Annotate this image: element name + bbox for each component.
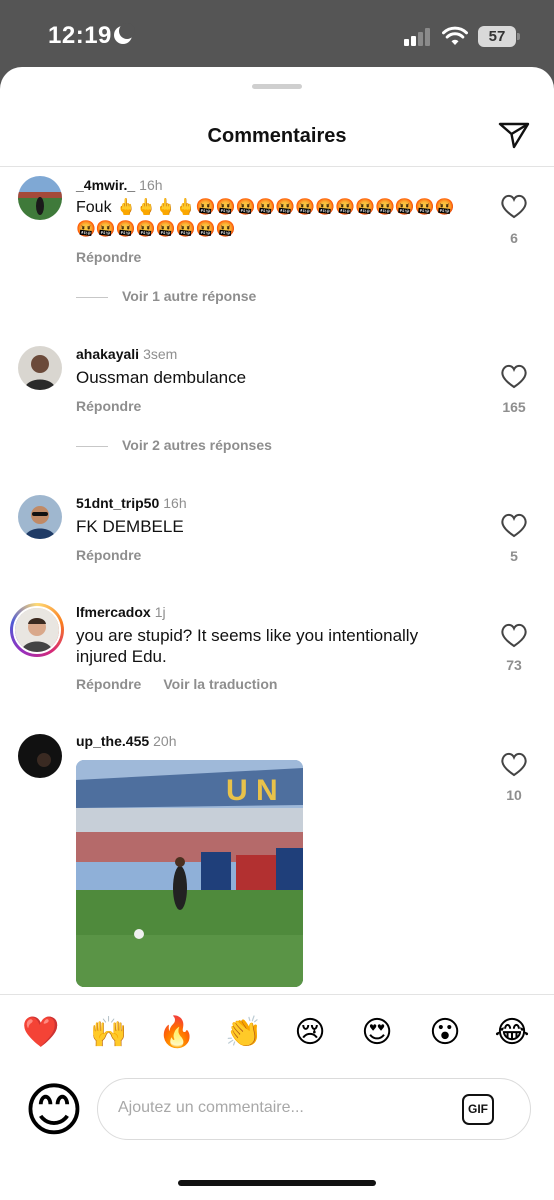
comment-input-placeholder: Ajoutez un commentaire... — [118, 1099, 304, 1116]
comment-username[interactable]: lfmercadox — [76, 604, 151, 620]
comment-text: you are stupid? It seems like you intent… — [76, 626, 419, 666]
comment-text: FK DEMBELE — [76, 517, 184, 536]
avatar[interactable] — [18, 495, 62, 539]
comment-header: 51dnt_trip50 16h — [76, 495, 187, 511]
like-count: 73 — [506, 657, 522, 673]
comment-actions: Répondre — [76, 398, 163, 414]
reaction-heart[interactable]: ❤️ — [22, 1015, 59, 1051]
reaction-surprised[interactable]: 😮 — [427, 1015, 463, 1051]
header-divider — [0, 166, 554, 167]
avatar[interactable] — [18, 734, 62, 778]
comment-time: 16h — [139, 177, 163, 193]
view-more-replies[interactable]: Voir 2 autres réponses — [76, 437, 272, 453]
reaction-crying[interactable]: 😢 — [292, 1015, 328, 1051]
view-more-replies[interactable]: Voir 1 autre réponse — [76, 288, 256, 304]
comment-header: lfmercadox 1j — [76, 604, 166, 620]
comment-text: Fouk 🖕🖕🖕🖕🤬🤬🤬🤬🤬🤬🤬🤬🤬🤬🤬🤬🤬🤬🤬🤬🤬🤬🤬🤬🤬 — [76, 199, 455, 238]
comment-time: 1j — [154, 604, 166, 620]
comment-time: 16h — [163, 495, 187, 511]
avatar[interactable] — [18, 346, 62, 390]
like-count: 165 — [502, 399, 526, 415]
reaction-clapping[interactable]: 👏 — [225, 1015, 262, 1051]
share-icon[interactable] — [498, 121, 530, 149]
avatar[interactable] — [18, 176, 62, 220]
comment-input[interactable]: Ajoutez un commentaire... GIF — [97, 1078, 531, 1140]
svg-text:U N: U N — [226, 774, 278, 807]
cellular-signal-icon — [404, 28, 434, 46]
comment-text: Oussman dembulance — [76, 368, 247, 387]
battery-indicator: 57 — [478, 26, 520, 47]
comment-actions: Répondre — [76, 249, 163, 265]
comment-actions: Répondre Voir la traduction — [76, 676, 299, 692]
gif-button[interactable]: GIF — [462, 1094, 494, 1125]
home-indicator — [178, 1180, 376, 1186]
heart-icon[interactable] — [500, 363, 528, 389]
status-time: 12:19 — [48, 22, 112, 49]
do-not-disturb-icon — [114, 23, 135, 44]
comment-header: _4mwir._ 16h — [76, 177, 163, 193]
comment-username[interactable]: _4mwir._ — [76, 177, 135, 193]
like-count: 5 — [510, 548, 518, 564]
reply-button[interactable]: Répondre — [76, 547, 141, 563]
sheet-title: Commentaires — [207, 125, 347, 147]
gif-image[interactable]: U N — [76, 760, 303, 987]
avatar-story-ring[interactable] — [10, 603, 64, 657]
comment-username[interactable]: ahakayali — [76, 346, 139, 362]
comment-time: 20h — [153, 733, 177, 749]
comment-username[interactable]: 51dnt_trip50 — [76, 495, 159, 511]
sheet-drag-handle[interactable] — [252, 84, 302, 89]
heart-icon[interactable] — [500, 622, 528, 648]
reply-button[interactable]: Répondre — [76, 398, 141, 414]
see-translation-button[interactable]: Voir la traduction — [163, 676, 277, 692]
heart-icon[interactable] — [500, 193, 528, 219]
reply-button[interactable]: Répondre — [76, 249, 141, 265]
comment-actions: Répondre — [76, 547, 163, 563]
reaction-fire[interactable]: 🔥 — [158, 1015, 195, 1051]
comments-sheet: Commentaires _4mwir._ 16h Fouk 🖕🖕🖕🖕🤬🤬🤬🤬🤬🤬… — [0, 67, 554, 1200]
composer-avatar[interactable]: 😊 — [20, 1077, 88, 1145]
reactions-divider — [0, 994, 554, 995]
comment-header: up_the.455 20h — [76, 733, 177, 749]
like-count: 10 — [506, 787, 522, 803]
wifi-icon — [442, 26, 468, 45]
reaction-laughing[interactable]: 😂 — [494, 1015, 530, 1051]
reply-button[interactable]: Répondre — [76, 676, 141, 692]
like-count: 6 — [510, 230, 518, 246]
comment-header: ahakayali 3sem — [76, 346, 177, 362]
reaction-raising-hands[interactable]: 🙌 — [90, 1015, 127, 1051]
comment-time: 3sem — [143, 346, 178, 362]
status-bar: 12:19 57 — [0, 0, 554, 68]
heart-icon[interactable] — [500, 512, 528, 538]
comment-username[interactable]: up_the.455 — [76, 733, 149, 749]
reaction-heart-eyes[interactable]: 😍 — [359, 1015, 395, 1051]
heart-icon[interactable] — [500, 751, 528, 777]
